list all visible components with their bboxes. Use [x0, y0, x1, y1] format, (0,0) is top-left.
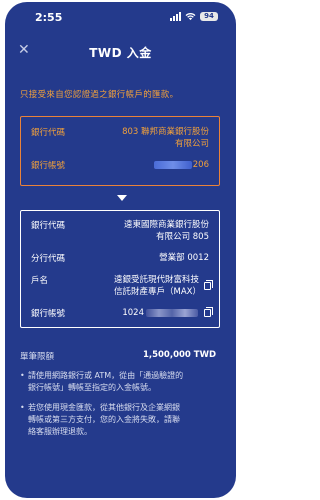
- copy-name-icon[interactable]: [204, 280, 213, 290]
- dest-bank-code-line2: 有限公司 805: [156, 232, 209, 242]
- dest-bank-code-value: 遠東國際商業銀行股份 有限公司 805: [124, 219, 209, 243]
- instruction-item: • 若您使用現金匯款，從其他銀行及企業網銀 轉帳或第三方支付，您的入金將失敗，請…: [20, 403, 180, 436]
- source-bank-code-line2: 有限公司: [174, 139, 209, 149]
- wifi-icon: [185, 13, 196, 21]
- destination-account-box: 銀行代碼 遠東國際商業銀行股份 有限公司 805 分行代碼 營業部 0012 戶…: [20, 210, 220, 328]
- source-account-box: 銀行代碼 803 聯邦商業銀行股份 有限公司 銀行帳號 206: [20, 116, 220, 186]
- source-bank-code-value: 803 聯邦商業銀行股份 有限公司: [122, 126, 209, 150]
- status-bar: 2:55 94: [5, 2, 236, 32]
- notice-text: 只接受來自您認證過之銀行帳戶的匯款。: [20, 90, 179, 100]
- source-bank-code-label: 銀行代碼: [31, 128, 66, 138]
- dest-account-prefix: 1024: [122, 308, 144, 318]
- dest-name-line1: 遠銀受託現代財富科技: [114, 275, 200, 285]
- source-account-suffix: 206: [192, 160, 209, 170]
- instruction-item: • 請使用網路銀行或 ATM，從由「通過驗證的 銀行帳號」轉帳至指定的入金帳號。: [20, 371, 184, 392]
- page-title: TWD 入金: [89, 46, 152, 60]
- dest-branch-label: 分行代碼: [31, 254, 66, 264]
- status-icons: 94: [170, 12, 218, 21]
- instruction-list-2: • 若您使用現金匯款，從其他銀行及企業網銀 轉帳或第三方支付，您的入金將失敗，請…: [20, 402, 220, 438]
- nav-bar: ✕ TWD 入金: [5, 38, 236, 68]
- signal-icon: [170, 12, 181, 21]
- dest-bank-code-label: 銀行代碼: [31, 221, 66, 231]
- masked-account-digits: [153, 160, 192, 169]
- dest-bank-code-line1: 遠東國際商業銀行股份: [123, 220, 209, 230]
- dest-branch-value: 營業部 0012: [159, 253, 209, 263]
- source-account-label: 銀行帳號: [31, 161, 66, 171]
- dest-name-value: 遠銀受託現代財富科技 信託財產專戶（MAX）: [114, 274, 213, 298]
- battery-icon: 94: [200, 12, 218, 21]
- status-time: 2:55: [35, 11, 63, 24]
- dest-account-value: 1024: [122, 307, 213, 319]
- limit-value: 1,500,000 TWD: [142, 350, 216, 360]
- dest-name-line2: 信託財產專戶（MAX）: [114, 287, 201, 297]
- masked-account-digits: [146, 309, 198, 317]
- dest-name-label: 戶名: [31, 276, 49, 286]
- source-bank-code-line1: 803 聯邦商業銀行股份: [122, 127, 209, 137]
- limit-label: 單筆限額: [20, 352, 55, 362]
- arrow-down-icon: [117, 195, 127, 201]
- instruction-list: • 請使用網路銀行或 ATM，從由「通過驗證的 銀行帳號」轉帳至指定的入金帳號。: [20, 370, 220, 394]
- source-account-value: 206: [153, 159, 209, 171]
- app-screen: 2:55 94 ✕ TWD 入金 只接受來自您認證過之銀行帳戶的匯款。 銀行代碼: [5, 2, 236, 498]
- dest-account-label: 銀行帳號: [31, 309, 66, 319]
- device-frame: 2:55 94 ✕ TWD 入金 只接受來自您認證過之銀行帳戶的匯款。 銀行代碼: [0, 0, 241, 500]
- copy-account-icon[interactable]: [204, 307, 213, 317]
